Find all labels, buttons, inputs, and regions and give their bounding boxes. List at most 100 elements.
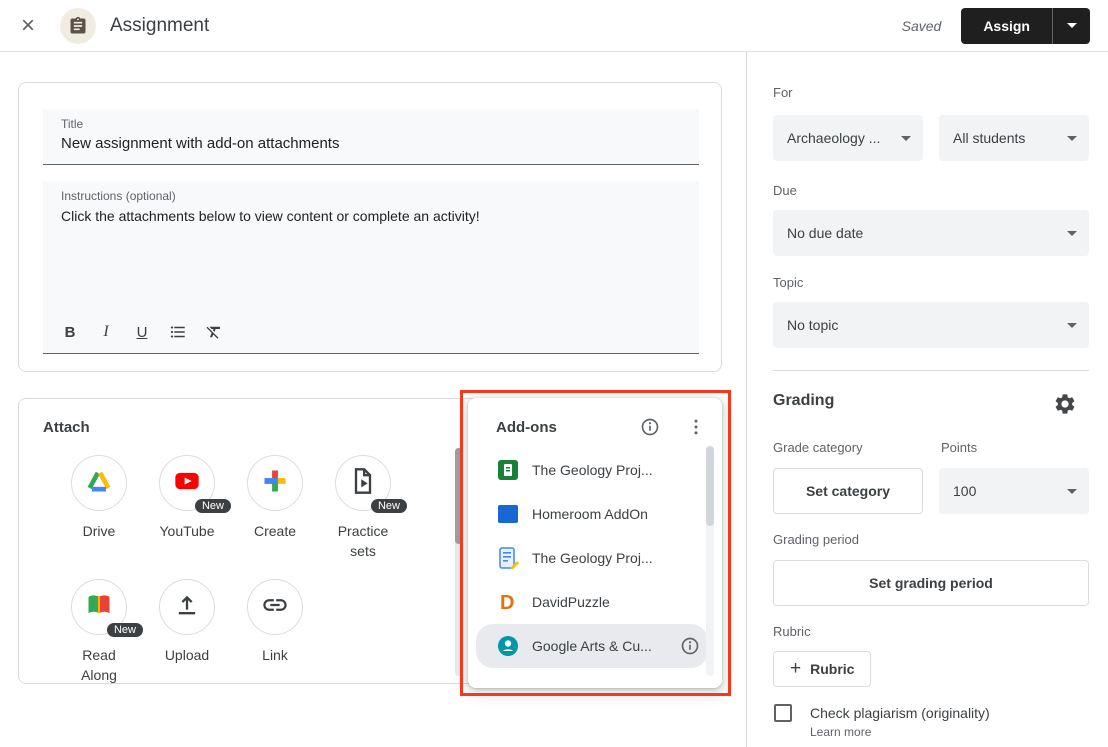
bold-icon[interactable]: B bbox=[55, 317, 85, 347]
attach-item-label: Create bbox=[254, 521, 296, 541]
grading-section-title: Grading bbox=[773, 392, 834, 410]
addon-item-label: Google Arts & Cu... bbox=[532, 638, 680, 654]
italic-icon[interactable]: I bbox=[91, 317, 121, 347]
assign-split-button: Assign bbox=[961, 8, 1090, 44]
learn-more-link[interactable]: Learn more bbox=[810, 725, 871, 739]
attach-item-label: Drive bbox=[83, 521, 116, 541]
info-icon[interactable] bbox=[680, 636, 700, 656]
points-dropdown[interactable]: 100 bbox=[939, 468, 1089, 514]
addons-scrollbar[interactable] bbox=[706, 446, 714, 676]
info-icon[interactable] bbox=[640, 417, 660, 437]
doc-pencil-icon bbox=[496, 546, 520, 570]
plagiarism-checkbox[interactable] bbox=[774, 704, 792, 722]
chevron-down-icon bbox=[1067, 136, 1077, 141]
plagiarism-label: Check plagiarism (originality) bbox=[810, 705, 990, 721]
attach-item-youtube: New YouTube bbox=[143, 455, 231, 561]
addon-item-label: The Geology Proj... bbox=[532, 462, 700, 478]
more-options-icon[interactable] bbox=[686, 417, 706, 437]
chevron-down-icon bbox=[901, 136, 911, 141]
attach-item-label: YouTube bbox=[159, 521, 214, 541]
attach-item-read-along: New Read Along bbox=[55, 579, 143, 685]
class-dropdown-value: Archaeology ... bbox=[787, 130, 901, 146]
drive-button[interactable] bbox=[71, 455, 127, 511]
addon-item-homeroom[interactable]: Homeroom AddOn bbox=[476, 492, 708, 536]
attach-item-label: Link bbox=[262, 645, 288, 665]
assignment-form-card: Title New assignment with add-on attachm… bbox=[18, 82, 722, 372]
title-field-label: Title bbox=[61, 117, 83, 131]
addon-item-geology-2[interactable]: The Geology Proj... bbox=[476, 536, 708, 580]
underline-icon[interactable]: U bbox=[127, 317, 157, 347]
arts-culture-icon bbox=[496, 634, 520, 658]
attach-row-1: Drive New YouTube bbox=[55, 455, 407, 561]
assignment-icon bbox=[60, 8, 96, 44]
attach-item-practice-sets: New Practice sets bbox=[319, 455, 407, 561]
grading-period-label: Grading period bbox=[773, 532, 859, 547]
addon-item-google-arts-culture[interactable]: Google Arts & Cu... bbox=[476, 624, 708, 668]
gear-icon[interactable] bbox=[1051, 390, 1079, 418]
clear-formatting-icon[interactable] bbox=[199, 317, 229, 347]
points-value: 100 bbox=[953, 483, 1067, 499]
link-button[interactable] bbox=[247, 579, 303, 635]
top-bar: × Assignment Saved Assign bbox=[0, 0, 1108, 52]
green-doc-icon bbox=[496, 458, 520, 482]
title-input[interactable]: Title New assignment with add-on attachm… bbox=[43, 109, 699, 165]
attach-scrollbar-thumb[interactable] bbox=[455, 448, 462, 544]
instructions-input[interactable]: Instructions (optional) Click the attach… bbox=[43, 181, 699, 354]
assign-button[interactable]: Assign bbox=[961, 8, 1052, 44]
addon-item-geology-1[interactable]: The Geology Proj... bbox=[476, 448, 708, 492]
link-icon bbox=[261, 591, 289, 624]
assign-dropdown-button[interactable] bbox=[1052, 8, 1090, 44]
attach-item-label: Practice sets bbox=[330, 521, 396, 561]
topic-dropdown[interactable]: No topic bbox=[773, 302, 1089, 348]
due-dropdown-value: No due date bbox=[787, 225, 1067, 241]
instructions-field-label: Instructions (optional) bbox=[61, 189, 176, 203]
addons-header: Add-ons bbox=[468, 398, 722, 444]
addon-item-label: The Geology Proj... bbox=[532, 550, 700, 566]
settings-sidebar: For Archaeology ... All students Due No … bbox=[746, 52, 1108, 747]
topic-label: Topic bbox=[773, 275, 803, 290]
attach-section-label: Attach bbox=[43, 419, 90, 436]
page-title: Assignment bbox=[110, 15, 209, 37]
attach-item-upload: Upload bbox=[143, 579, 231, 685]
points-label: Points bbox=[941, 440, 977, 455]
due-date-dropdown[interactable]: No due date bbox=[773, 210, 1089, 256]
addon-item-label: Homeroom AddOn bbox=[532, 506, 700, 522]
attach-scrollbar[interactable] bbox=[455, 448, 462, 676]
set-category-button[interactable]: Set category bbox=[773, 468, 923, 514]
new-badge: New bbox=[195, 499, 231, 513]
due-label: Due bbox=[773, 183, 797, 198]
rubric-label: Rubric bbox=[773, 624, 811, 639]
attach-row-2: New Read Along Upload Link bbox=[55, 579, 319, 685]
attach-item-drive: Drive bbox=[55, 455, 143, 561]
create-plus-icon bbox=[261, 467, 289, 500]
addons-scrollbar-thumb[interactable] bbox=[706, 446, 714, 526]
letter-d-icon: D bbox=[496, 590, 520, 614]
formatting-toolbar: B I U bbox=[55, 317, 229, 347]
class-dropdown[interactable]: Archaeology ... bbox=[773, 115, 923, 161]
read-along-icon bbox=[85, 591, 113, 624]
upload-button[interactable] bbox=[159, 579, 215, 635]
new-badge: New bbox=[371, 499, 407, 513]
rubric-button-label: Rubric bbox=[810, 661, 854, 677]
students-dropdown-value: All students bbox=[953, 130, 1067, 146]
addon-item-davidpuzzle[interactable]: D DavidPuzzle bbox=[476, 580, 708, 624]
create-button[interactable] bbox=[247, 455, 303, 511]
youtube-icon bbox=[173, 467, 201, 500]
close-button[interactable]: × bbox=[12, 10, 44, 42]
svg-text:D: D bbox=[500, 592, 514, 614]
assignment-modal: × Assignment Saved Assign Title New assi… bbox=[0, 0, 1108, 747]
bulleted-list-icon[interactable] bbox=[163, 317, 193, 347]
instructions-field-value: Click the attachments below to view cont… bbox=[61, 208, 480, 224]
addons-popup: Add-ons The Geology Proj... Homeroom Add… bbox=[468, 398, 722, 688]
attach-item-label: Read Along bbox=[66, 645, 132, 685]
upload-icon bbox=[173, 591, 201, 624]
attach-item-link: Link bbox=[231, 579, 319, 685]
divider bbox=[773, 370, 1089, 371]
chevron-down-icon bbox=[1067, 231, 1077, 236]
new-badge: New bbox=[107, 623, 143, 637]
add-rubric-button[interactable]: + Rubric bbox=[773, 651, 871, 687]
addons-list: The Geology Proj... Homeroom AddOn The G… bbox=[468, 448, 722, 668]
set-grading-period-button[interactable]: Set grading period bbox=[773, 560, 1089, 606]
students-dropdown[interactable]: All students bbox=[939, 115, 1089, 161]
attach-item-create: Create bbox=[231, 455, 319, 561]
